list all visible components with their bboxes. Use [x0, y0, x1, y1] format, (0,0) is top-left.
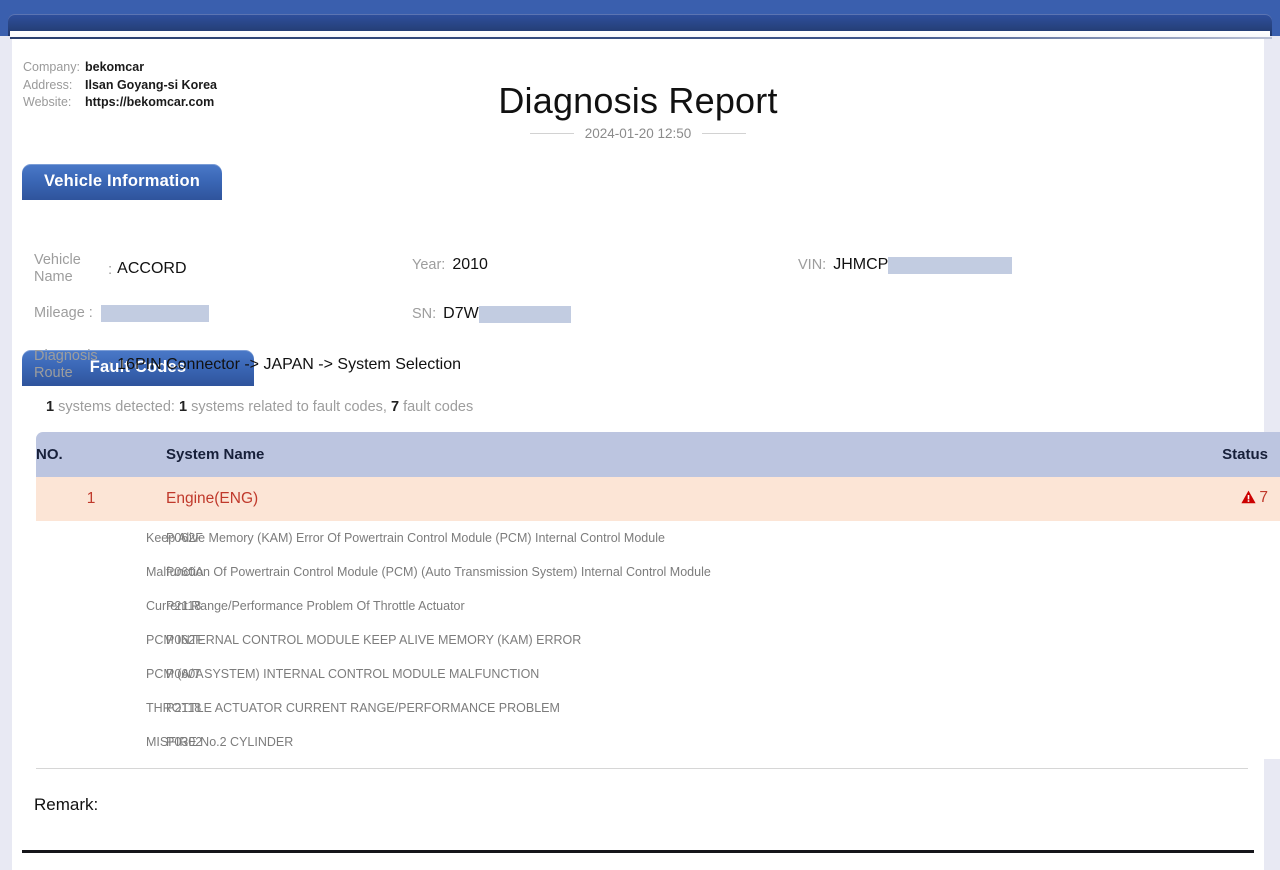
- code-description: PCM INTERNAL CONTROL MODULE KEEP ALIVE M…: [146, 623, 1046, 657]
- mileage-redaction-bar: [100, 305, 209, 322]
- code-status-empty: [1046, 657, 1280, 691]
- company-label: Company:: [23, 60, 80, 74]
- sn-redaction-bar: [478, 305, 571, 323]
- fault-codes-divider: [36, 768, 1248, 769]
- vin-row: VIN: JHMCP: [798, 256, 1013, 274]
- table-row-code: P2118 Current Range/Performance Problem …: [36, 589, 1280, 623]
- company-row: Company: bekomcar: [23, 59, 217, 77]
- fault-codes-table-body: 1 Engine(ENG) 7 P062F K: [36, 477, 1280, 759]
- section-tab-vehicle-information[interactable]: Vehicle Information: [22, 164, 222, 200]
- vin-value: JHMCP: [833, 256, 889, 273]
- systems-related-text: systems related to fault codes,: [187, 399, 391, 415]
- report-date: 2024-01-20 12:50: [584, 126, 692, 141]
- sn-value: D7W: [443, 305, 479, 322]
- system-row-status-count: 7: [1259, 489, 1268, 506]
- column-header-status: Status: [1046, 432, 1280, 477]
- date-rule-left: [529, 133, 574, 134]
- table-row-code: P2118 THROTTLE ACTUATOR CURRENT RANGE/PE…: [36, 691, 1280, 725]
- table-header-row: NO. System Name Status: [36, 432, 1280, 477]
- page-bottom-rule: [22, 850, 1254, 853]
- vehicle-information-section: Vehicle Name : ACCORD Year: 2010 VIN: JH…: [12, 200, 1264, 381]
- report-header: Company: bekomcar Address: Ilsan Goyang-si…: [12, 39, 1264, 164]
- code-status-empty: [1046, 623, 1280, 657]
- diagnosis-route-label: Diagnosis Route: [34, 348, 98, 381]
- diagnosis-route-colon: :: [108, 356, 113, 374]
- date-rule-right: [702, 133, 747, 134]
- table-row-system[interactable]: 1 Engine(ENG) 7: [36, 477, 1280, 521]
- table-row-code: P0302 MISFIRE No.2 CYLINDER: [36, 725, 1280, 759]
- report-page: Company: bekomcar Address: Ilsan Goyang-si…: [12, 39, 1280, 870]
- page-left-margin: [0, 39, 12, 870]
- systems-detected-text: systems detected:: [54, 399, 179, 415]
- column-header-no: NO.: [36, 432, 146, 477]
- report-date-line: 2024-01-20 12:50: [12, 126, 1264, 141]
- diagnosis-route-value: 16PIN Connector -> JAPAN -> System Selec…: [117, 356, 462, 373]
- system-row-name: Engine(ENG): [146, 477, 1046, 521]
- vehicle-name-row: Vehicle Name : ACCORD: [34, 252, 187, 286]
- page-title: Diagnosis Report: [498, 80, 778, 121]
- report-title-block: Diagnosis Report 2024-01-20 12:50: [12, 79, 1264, 141]
- code-id: P2118: [36, 589, 201, 623]
- fault-codes-text: fault codes: [399, 399, 474, 415]
- mileage-label: Mileage :: [34, 305, 93, 321]
- code-id: P0302: [36, 725, 202, 759]
- code-description: THROTTLE ACTUATOR CURRENT RANGE/PERFORMA…: [146, 691, 1046, 725]
- year-label: Year:: [412, 256, 446, 273]
- code-description: MISFIRE No.2 CYLINDER: [146, 725, 1046, 759]
- year-value: 2010: [452, 256, 488, 273]
- diagnosis-report-window: Company: bekomcar Address: Ilsan Goyang-si…: [0, 0, 1280, 870]
- sn-label: SN:: [412, 305, 437, 322]
- table-row-code: P062F PCM INTERNAL CONTROL MODULE KEEP A…: [36, 623, 1280, 657]
- system-row-status: 7: [1046, 477, 1280, 521]
- fault-codes-count: 7: [390, 399, 400, 415]
- column-header-system-name: System Name: [146, 432, 1046, 477]
- code-description: PCM (A/T SYSTEM) INTERNAL CONTROL MODULE…: [146, 657, 1046, 691]
- fault-codes-table: NO. System Name Status 1 Engine(ENG) 7 K…: [36, 432, 1280, 759]
- systems-related-count: 1: [179, 399, 188, 415]
- code-description: Malfunction Of Powertrain Control Module…: [146, 555, 1046, 589]
- company-value: bekomcar: [85, 60, 145, 74]
- diagnosis-route-row: Diagnosis Route : 16PIN Connector -> JAP…: [34, 348, 461, 382]
- code-status-empty: [1046, 521, 1280, 555]
- code-id: P060A: [36, 657, 204, 691]
- code-id: P062F: [36, 521, 203, 555]
- vin-label: VIN:: [798, 256, 827, 273]
- code-description: Current Range/Performance Problem Of Thr…: [146, 589, 1046, 623]
- table-row-code: P060A Malfunction Of Powertrain Control …: [36, 555, 1280, 589]
- code-id: P060A: [36, 555, 204, 589]
- fault-summary: 1 systems detected: 1 systems related to…: [46, 399, 1264, 415]
- vehicle-name-colon: :: [108, 260, 113, 278]
- warning-triangle-icon: [1241, 490, 1256, 509]
- code-status-empty: [1046, 691, 1280, 725]
- table-row-code: P062F Keep Alive Memory (KAM) Error Of P…: [36, 521, 1280, 555]
- table-row-code: P060A PCM (A/T SYSTEM) INTERNAL CONTROL …: [36, 657, 1280, 691]
- system-row-no: 1: [36, 477, 146, 521]
- systems-detected-count: 1: [46, 399, 55, 415]
- code-status-empty: [1046, 725, 1280, 759]
- vehicle-name-value: ACCORD: [117, 260, 187, 277]
- remark-label: Remark:: [34, 795, 99, 814]
- code-description: Keep Alive Memory (KAM) Error Of Powertr…: [146, 521, 1046, 555]
- code-status-empty: [1046, 589, 1280, 623]
- vehicle-name-label: Vehicle Name: [34, 252, 81, 285]
- sn-row: SN: D7W: [412, 305, 571, 323]
- code-id: P062F: [36, 623, 203, 657]
- vin-redaction-bar: [888, 256, 1013, 274]
- code-id: P2118: [36, 691, 201, 725]
- year-row: Year: 2010: [412, 256, 488, 274]
- code-status-empty: [1046, 555, 1280, 589]
- mileage-row: Mileage :: [34, 305, 209, 322]
